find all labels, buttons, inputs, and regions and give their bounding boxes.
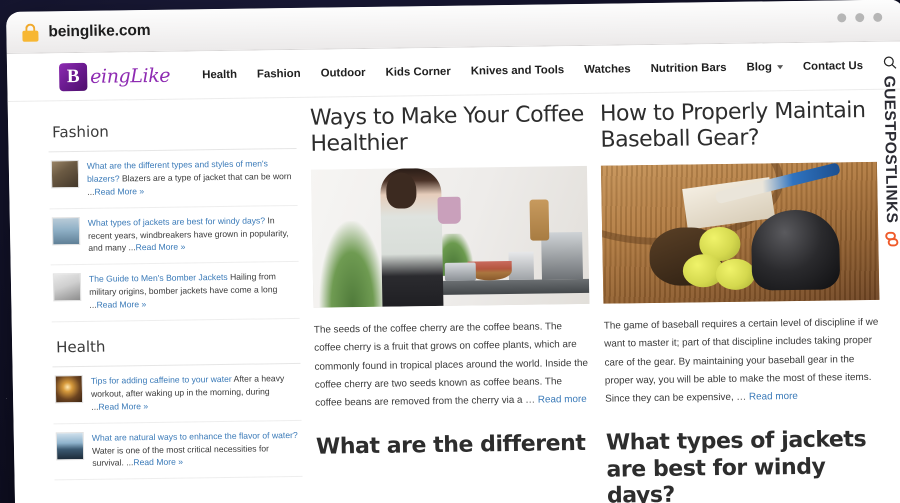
nav-label: Kids Corner xyxy=(385,65,450,78)
list-item[interactable]: What are natural ways to enhance the fla… xyxy=(54,421,303,481)
url-text[interactable]: beinglike.com xyxy=(48,21,150,40)
sidebar-widget-health: Health Tips for adding caffeine to your … xyxy=(52,329,303,481)
list-item[interactable]: What are the different types and styles … xyxy=(49,149,298,209)
article-title[interactable]: How to Properly Maintain Baseball Gear? xyxy=(600,98,877,154)
list-item-title[interactable]: The Guide to Men's Bomber Jackets xyxy=(89,272,228,284)
nav-item-knives-and-tools[interactable]: Knives and Tools xyxy=(461,60,575,82)
list-item[interactable]: What types of jackets are best for windy… xyxy=(50,206,299,266)
read-more-link[interactable]: Read More » xyxy=(133,457,183,468)
list-item-title[interactable]: Tips for adding caffeine to your water xyxy=(91,374,232,386)
website-content: B eingLike Health Fashion Outdoor Kids C… xyxy=(7,41,900,503)
nav-item-kids-corner[interactable]: Kids Corner xyxy=(375,61,461,82)
article-grid: Ways to Make Your Coffee Healthier The s… xyxy=(310,98,883,503)
nav-label: Contact Us xyxy=(803,60,863,73)
main-navigation: Health Fashion Outdoor Kids Corner Knive… xyxy=(192,55,897,85)
nav-item-watches[interactable]: Watches xyxy=(574,59,641,80)
list-item-title[interactable]: What types of jackets are best for windy… xyxy=(88,215,265,227)
guestpostlinks-label: GUESTPOSTLINKS xyxy=(879,76,900,224)
windy-jackets-thumbnail xyxy=(52,217,81,245)
site-logo[interactable]: B eingLike xyxy=(59,61,170,91)
nav-item-nutrition-bars[interactable]: Nutrition Bars xyxy=(640,57,736,78)
woman-drinking-coffee-image xyxy=(311,166,590,308)
read-more-link[interactable]: Read more xyxy=(538,394,587,406)
list-item-title[interactable]: What are natural ways to enhance the fla… xyxy=(92,430,298,443)
read-more-link[interactable]: Read More » xyxy=(94,186,144,197)
next-article-title[interactable]: What are the different xyxy=(316,431,592,461)
sidebar-widget-fashion: Fashion What are the different types and… xyxy=(48,114,300,322)
nav-label: Outdoor xyxy=(321,66,366,79)
nav-item-blog[interactable]: Blog xyxy=(736,57,793,78)
nav-label: Blog xyxy=(746,61,772,73)
article-title[interactable]: Ways to Make Your Coffee Healthier xyxy=(310,102,587,158)
list-item-text: What types of jackets are best for windy… xyxy=(88,214,297,256)
bomber-jackets-thumbnail xyxy=(53,273,82,301)
read-more-link[interactable]: Read More » xyxy=(136,242,186,253)
logo-mark: B xyxy=(59,62,88,90)
list-item-text: Tips for adding caffeine to your water A… xyxy=(91,372,300,414)
blazers-thumbnail xyxy=(51,160,80,188)
nav-label: Watches xyxy=(584,63,631,76)
list-item-text: What are the different types and styles … xyxy=(87,157,296,199)
article-body: The game of baseball requires a certain … xyxy=(604,314,882,409)
nav-label: Health xyxy=(202,68,237,80)
nav-item-outdoor[interactable]: Outdoor xyxy=(310,62,375,83)
search-icon[interactable] xyxy=(883,56,897,75)
nav-label: Knives and Tools xyxy=(471,64,565,77)
browser-window: beinglike.com B eingLike Health Fashion … xyxy=(6,0,900,503)
chevron-down-icon xyxy=(777,65,783,69)
logo-wordmark: eingLike xyxy=(90,64,170,87)
article-baseball: How to Properly Maintain Baseball Gear? … xyxy=(600,98,883,503)
next-article-title[interactable]: What types of jackets are best for windy… xyxy=(606,427,883,503)
maximize-dot[interactable] xyxy=(855,13,864,22)
list-item-text: What are natural ways to enhance the fla… xyxy=(92,429,301,471)
baseball-gear-image xyxy=(601,162,880,304)
nav-label: Fashion xyxy=(257,67,301,80)
chain-link-icon xyxy=(882,229,900,252)
sidebar: Fashion What are the different types and… xyxy=(48,106,303,503)
guestpostlinks-badge[interactable]: GUESTPOSTLINKS xyxy=(873,75,900,325)
nav-item-contact-us[interactable]: Contact Us xyxy=(793,55,873,76)
caffeine-water-thumbnail xyxy=(55,375,84,403)
read-more-link[interactable]: Read More » xyxy=(96,299,146,310)
nav-label: Nutrition Bars xyxy=(651,61,727,74)
flavor-water-thumbnail xyxy=(56,432,85,460)
close-dot[interactable] xyxy=(873,13,882,22)
lock-icon xyxy=(22,23,38,41)
list-item-text: The Guide to Men's Bomber Jackets Hailin… xyxy=(89,270,298,312)
read-more-link[interactable]: Read More » xyxy=(98,401,148,412)
article-excerpt: The game of baseball requires a certain … xyxy=(604,317,879,405)
list-item[interactable]: The Guide to Men's Bomber Jackets Hailin… xyxy=(51,262,300,322)
nav-item-fashion[interactable]: Fashion xyxy=(247,63,311,84)
window-controls[interactable] xyxy=(837,13,882,23)
nav-item-health[interactable]: Health xyxy=(192,64,247,85)
article-body: The seeds of the coffee cherry are the c… xyxy=(314,318,592,413)
page-body: Fashion What are the different types and… xyxy=(8,89,900,503)
read-more-link[interactable]: Read more xyxy=(749,391,798,403)
list-item[interactable]: Tips for adding caffeine to your water A… xyxy=(53,364,302,424)
article-coffee: Ways to Make Your Coffee Healthier The s… xyxy=(310,102,593,503)
widget-title: Fashion xyxy=(48,114,297,152)
widget-title: Health xyxy=(52,329,301,367)
minimize-dot[interactable] xyxy=(837,13,846,22)
